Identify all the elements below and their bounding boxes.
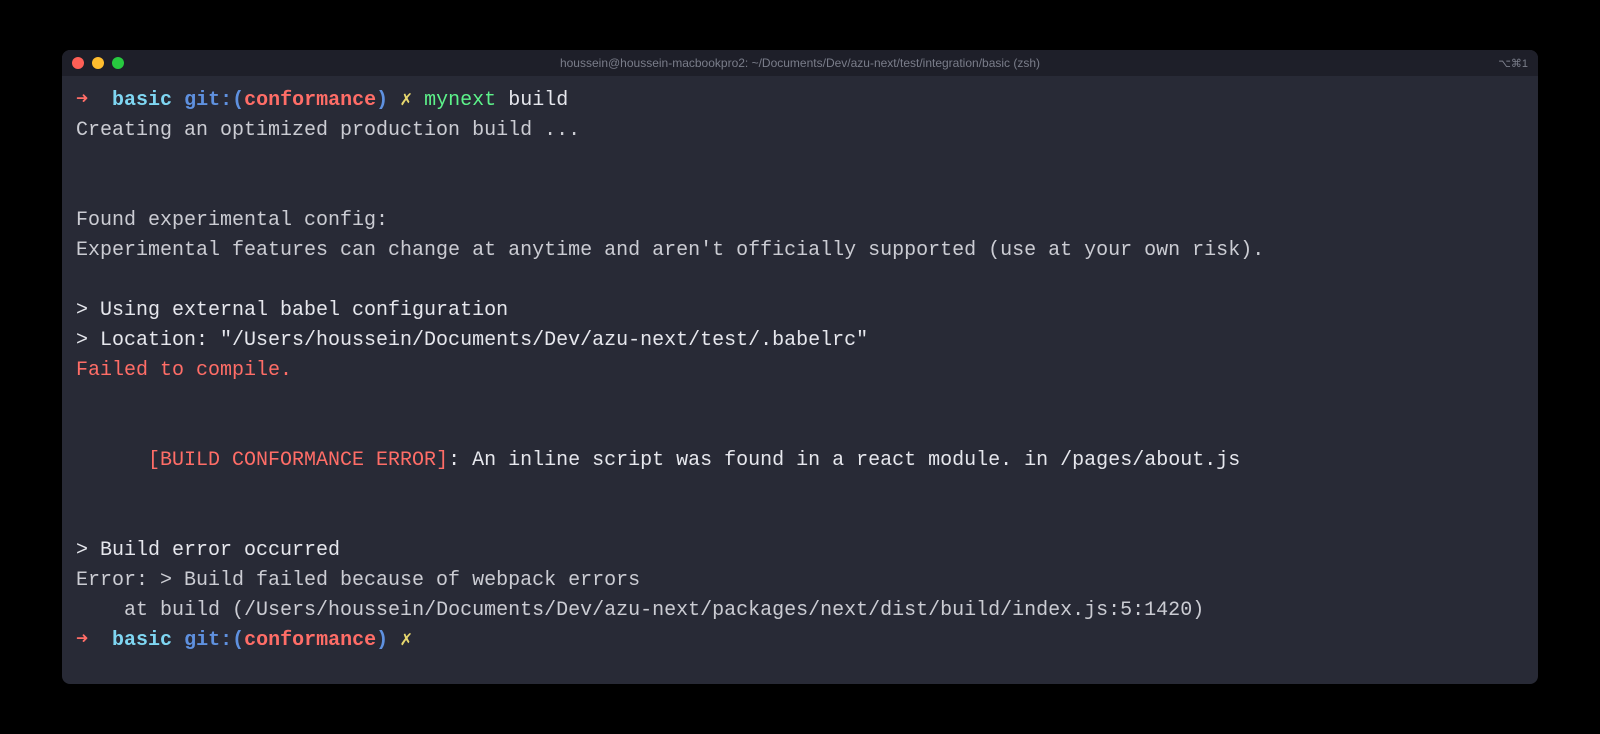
title-bar: houssein@houssein-macbookpro2: ~/Documen… xyxy=(62,50,1538,76)
git-dirty-icon: ✗ xyxy=(400,86,424,116)
traffic-lights xyxy=(72,57,124,69)
command-arg: build xyxy=(496,86,568,116)
shell-indicator: ⌥⌘1 xyxy=(1498,57,1528,70)
command-binary: mynext xyxy=(424,86,496,116)
git-suffix: ) xyxy=(376,626,400,656)
prompt-dir: basic xyxy=(112,626,172,656)
prompt-arrow-icon: ➜ xyxy=(76,626,112,656)
prompt-dir: basic xyxy=(112,86,172,116)
output-line xyxy=(76,146,1524,176)
output-line xyxy=(76,386,1524,416)
conformance-error-line: [BUILD CONFORMANCE ERROR]: An inline scr… xyxy=(76,416,1524,506)
git-suffix: ) xyxy=(376,86,400,116)
output-line xyxy=(76,176,1524,206)
prompt-arrow-icon: ➜ xyxy=(76,86,112,116)
terminal-body[interactable]: ➜ basic git:( conformance ) ✗ mynext bui… xyxy=(62,76,1538,684)
terminal-window: houssein@houssein-macbookpro2: ~/Documen… xyxy=(62,50,1538,684)
error-line: Failed to compile. xyxy=(76,356,1524,386)
output-line xyxy=(76,506,1524,536)
output-line: > Using external babel configuration xyxy=(76,296,1524,326)
minimize-icon[interactable] xyxy=(92,57,104,69)
git-dirty-icon: ✗ xyxy=(400,626,412,656)
git-branch: conformance xyxy=(244,86,376,116)
output-line: > Location: "/Users/houssein/Documents/D… xyxy=(76,326,1524,356)
error-message: : An inline script was found in a react … xyxy=(448,449,1240,472)
git-prefix: git:( xyxy=(172,86,244,116)
prompt-line: ➜ basic git:( conformance ) ✗ mynext bui… xyxy=(76,86,1524,116)
git-branch: conformance xyxy=(244,626,376,656)
output-line: Experimental features can change at anyt… xyxy=(76,236,1524,266)
output-line: at build (/Users/houssein/Documents/Dev/… xyxy=(76,596,1524,626)
output-line: > Build error occurred xyxy=(76,536,1524,566)
window-title: houssein@houssein-macbookpro2: ~/Documen… xyxy=(560,56,1040,70)
output-line: Creating an optimized production build .… xyxy=(76,116,1524,146)
maximize-icon[interactable] xyxy=(112,57,124,69)
prompt-line: ➜ basic git:( conformance ) ✗ xyxy=(76,626,1524,656)
output-line xyxy=(76,266,1524,296)
output-line: Found experimental config: xyxy=(76,206,1524,236)
error-tag: [BUILD CONFORMANCE ERROR] xyxy=(148,449,448,472)
git-prefix: git:( xyxy=(172,626,244,656)
close-icon[interactable] xyxy=(72,57,84,69)
output-line: Error: > Build failed because of webpack… xyxy=(76,566,1524,596)
